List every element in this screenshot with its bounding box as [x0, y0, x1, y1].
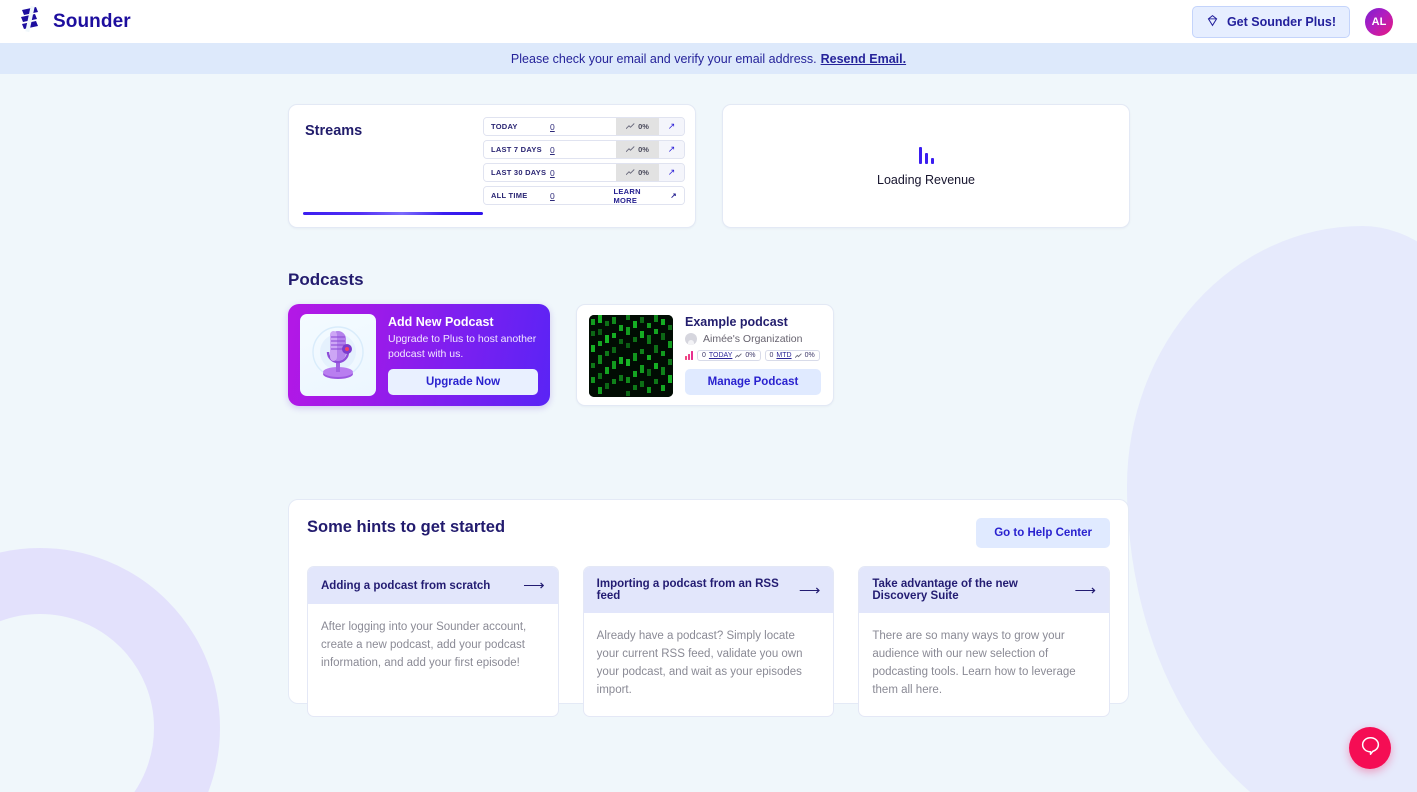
streams-row-label: LAST 7 DAYS: [484, 141, 550, 158]
streams-row-today: TODAY 0 0% ↗: [483, 117, 685, 136]
trend-up-icon: [795, 353, 802, 359]
streams-row-change: 0%: [616, 164, 659, 181]
streams-table: TODAY 0 0% ↗ LAST 7 DAYS 0 0%: [483, 117, 685, 205]
arrow-right-icon: ⟶: [1075, 583, 1097, 598]
streams-row-last-7-days: LAST 7 DAYS 0 0% ↗: [483, 140, 685, 159]
trend-up-icon: [626, 146, 635, 153]
stat-pct: 0%: [805, 352, 815, 359]
brand-logo[interactable]: Sounder: [18, 6, 131, 37]
hints-title: Some hints to get started: [307, 518, 505, 537]
streams-sparkline: [303, 212, 483, 215]
bar-loader-icon: [919, 146, 934, 164]
streams-row-value: 0: [550, 141, 616, 158]
arrow-right-icon: ⟶: [523, 578, 545, 593]
resend-email-link[interactable]: Resend Email.: [821, 52, 906, 66]
avatar-initials: AL: [1372, 16, 1387, 28]
add-new-podcast-card[interactable]: Add New Podcast Upgrade to Plus to host …: [288, 304, 550, 406]
trend-up-icon: [626, 123, 635, 130]
stat-value: 0: [702, 352, 706, 359]
hint-card-header[interactable]: Adding a podcast from scratch ⟶: [308, 567, 558, 604]
go-to-help-center-button[interactable]: Go to Help Center: [976, 518, 1110, 548]
hints-header: Some hints to get started Go to Help Cen…: [307, 518, 1110, 548]
podcast-card: Example podcast Aimée's Organization 0 T…: [576, 304, 834, 406]
get-sounder-plus-button[interactable]: Get Sounder Plus!: [1192, 6, 1350, 38]
arrow-up-right-icon[interactable]: ↗: [659, 164, 684, 181]
add-podcast-subtitle: Upgrade to Plus to host another podcast …: [388, 332, 538, 362]
podcasts-section-title: Podcasts: [0, 228, 1417, 304]
trend-up-icon: [735, 353, 742, 359]
podcasts-row: Add New Podcast Upgrade to Plus to host …: [0, 304, 1417, 406]
streams-row-label: ALL TIME: [484, 187, 550, 204]
revenue-card: Loading Revenue: [722, 104, 1130, 228]
stat-pill-today[interactable]: 0 TODAY 0%: [697, 350, 761, 361]
brand-name: Sounder: [53, 11, 131, 33]
hint-title: Take advantage of the new Discovery Suit…: [872, 578, 1074, 602]
podcast-organization: Aimée's Organization: [685, 333, 821, 345]
streams-row-value: 0: [550, 187, 614, 204]
app-root: Sounder Get Sounder Plus! AL Please chec…: [0, 0, 1417, 792]
streams-row-change: 0%: [616, 141, 659, 158]
learn-more-link[interactable]: LEARN MORE ↗: [614, 187, 685, 204]
streams-row-value: 0: [550, 164, 616, 181]
hints-card: Some hints to get started Go to Help Cen…: [288, 499, 1129, 704]
email-verification-banner: Please check your email and verify your …: [0, 43, 1417, 74]
organization-name: Aimée's Organization: [703, 333, 802, 345]
microphone-illustration: [300, 314, 376, 396]
manage-podcast-button[interactable]: Manage Podcast: [685, 369, 821, 395]
hint-title: Adding a podcast from scratch: [321, 580, 490, 592]
streams-card: Streams TODAY 0 0% ↗ LAST 7 DAYS: [288, 104, 696, 228]
matrix-code-artwork: [589, 315, 673, 397]
hint-body: Already have a podcast? Simply locate yo…: [584, 613, 834, 716]
sounder-logo-icon: [18, 6, 42, 37]
topbar-actions: Get Sounder Plus! AL: [1192, 6, 1393, 38]
streams-row-label: TODAY: [484, 118, 550, 135]
upgrade-now-button[interactable]: Upgrade Now: [388, 369, 538, 395]
podcast-body: Example podcast Aimée's Organization 0 T…: [685, 315, 821, 395]
streams-row-last-30-days: LAST 30 DAYS 0 0% ↗: [483, 163, 685, 182]
streams-row-pct: 0%: [638, 145, 649, 154]
streams-row-change: 0%: [616, 118, 659, 135]
hints-grid: Adding a podcast from scratch ⟶ After lo…: [307, 566, 1110, 717]
hint-title: Importing a podcast from an RSS feed: [597, 578, 799, 602]
trend-up-icon: [626, 169, 635, 176]
chat-bubble-icon: [1360, 735, 1381, 761]
arrow-up-right-icon[interactable]: ↗: [659, 118, 684, 135]
stat-pct: 0%: [745, 352, 755, 359]
metrics-row: Streams TODAY 0 0% ↗ LAST 7 DAYS: [0, 74, 1417, 228]
stat-pill-mtd[interactable]: 0 MTD 0%: [765, 350, 820, 361]
hint-card: Importing a podcast from an RSS feed ⟶ A…: [583, 566, 835, 717]
stat-label: MTD: [776, 352, 791, 359]
hint-body: After logging into your Sounder account,…: [308, 604, 558, 688]
top-navigation-bar: Sounder Get Sounder Plus! AL: [0, 0, 1417, 43]
hint-body: There are so many ways to grow your audi…: [859, 613, 1109, 716]
chat-support-button[interactable]: [1349, 727, 1391, 769]
hint-card-header[interactable]: Take advantage of the new Discovery Suit…: [859, 567, 1109, 613]
arrow-up-right-icon: ↗: [670, 191, 677, 200]
streams-row-pct: 0%: [638, 168, 649, 177]
user-avatar-icon: [685, 333, 697, 345]
revenue-loading-text: Loading Revenue: [877, 173, 975, 187]
avatar[interactable]: AL: [1365, 8, 1393, 36]
banner-message: Please check your email and verify your …: [511, 52, 817, 66]
bar-chart-icon: [685, 351, 693, 360]
arrow-up-right-icon[interactable]: ↗: [659, 141, 684, 158]
podcast-stats: 0 TODAY 0% 0 MTD 0%: [685, 350, 821, 361]
streams-row-label: LAST 30 DAYS: [484, 164, 550, 181]
arrow-right-icon: ⟶: [799, 583, 821, 598]
diamond-icon: [1206, 14, 1219, 30]
page-content: Streams TODAY 0 0% ↗ LAST 7 DAYS: [0, 74, 1417, 704]
streams-row-all-time: ALL TIME 0 LEARN MORE ↗: [483, 186, 685, 205]
hint-card: Take advantage of the new Discovery Suit…: [858, 566, 1110, 717]
add-podcast-body: Add New Podcast Upgrade to Plus to host …: [388, 315, 538, 394]
hint-card-header[interactable]: Importing a podcast from an RSS feed ⟶: [584, 567, 834, 613]
get-sounder-plus-label: Get Sounder Plus!: [1227, 15, 1336, 29]
streams-row-value: 0: [550, 118, 616, 135]
podcast-title: Example podcast: [685, 315, 821, 329]
add-podcast-title: Add New Podcast: [388, 315, 538, 331]
stat-label: TODAY: [709, 352, 732, 359]
stat-value: 0: [770, 352, 774, 359]
learn-more-label: LEARN MORE: [614, 187, 667, 205]
hint-card: Adding a podcast from scratch ⟶ After lo…: [307, 566, 559, 717]
streams-row-pct: 0%: [638, 122, 649, 131]
